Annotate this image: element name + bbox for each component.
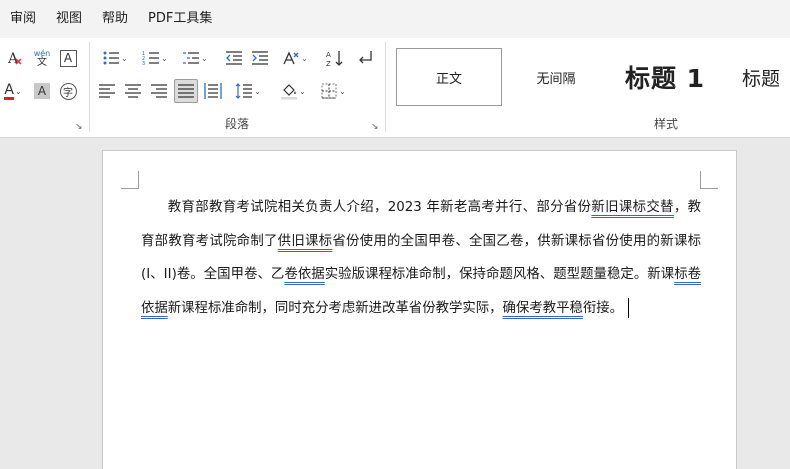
menu-view[interactable]: 视图 <box>46 0 92 38</box>
align-center-button[interactable] <box>122 80 144 102</box>
menu-bar: 审阅 视图 帮助 PDF工具集 <box>0 0 790 38</box>
text-segment: 实验版课程标准命制，保持命题风格、题型题量稳定。新课 <box>324 267 675 282</box>
char-shading-icon: A <box>34 83 50 99</box>
font-group: A wén 文 A A ⌄ A 字 ↘ <box>0 38 88 138</box>
phonetic-guide-button[interactable]: wén 文 <box>31 47 53 69</box>
menu-pdf-tools[interactable]: PDF工具集 <box>138 0 222 38</box>
margin-mark-top-right <box>700 171 718 189</box>
grammar-flagged-text[interactable]: 供旧课标 <box>278 234 333 249</box>
align-left-icon <box>99 84 115 98</box>
bullets-button[interactable]: ⌄ <box>98 47 132 69</box>
align-center-icon <box>125 84 141 98</box>
line-spacing-button[interactable]: ⌄ <box>231 80 265 102</box>
font-color-button[interactable]: A ⌄ <box>0 80 26 102</box>
show-marks-button[interactable] <box>354 47 376 69</box>
svg-text:A: A <box>326 51 331 59</box>
bullet-list-icon <box>103 51 120 65</box>
align-justify-icon <box>178 84 194 98</box>
shading-button[interactable]: ⌄ <box>276 80 310 102</box>
ribbon: A wén 文 A A ⌄ A 字 ↘ ⌄ 123 ⌄ ⌄ ⌄ A Z ⌄ ⌄ … <box>0 38 790 138</box>
increase-indent-button[interactable] <box>249 47 271 69</box>
decrease-indent-icon <box>226 51 242 65</box>
align-right-icon <box>151 84 167 98</box>
paint-bucket-icon <box>281 84 298 100</box>
paragraph-dialog-launcher-icon[interactable]: ↘ <box>371 123 380 132</box>
document-canvas: 教育部教育考试院相关负责人介绍，2023 年新老高考并行、部分省份新旧课标交替，… <box>0 139 790 469</box>
multilevel-list-icon <box>183 52 200 64</box>
sort-az-icon: AZ <box>326 51 343 67</box>
style-heading[interactable]: 标题 <box>724 48 790 106</box>
distribute-button[interactable] <box>202 80 224 102</box>
grammar-flagged-text[interactable]: 确保考教平稳 <box>503 301 583 316</box>
enclose-char-button[interactable]: 字 <box>57 80 79 102</box>
grammar-flagged-text[interactable]: 卷依据 <box>284 267 324 282</box>
numbering-button[interactable]: 123 ⌄ <box>138 47 172 69</box>
chevron-down-icon: ⌄ <box>254 86 261 96</box>
borders-icon <box>321 83 337 99</box>
sort-button[interactable]: AZ <box>324 47 346 69</box>
style-no-spacing[interactable]: 无间隔 <box>506 48 606 106</box>
text-segment: 衔接。 <box>582 300 624 316</box>
svg-text:A: A <box>7 51 19 67</box>
char-shading-button[interactable]: A <box>31 80 53 102</box>
chevron-down-icon: ⌄ <box>301 53 308 63</box>
clear-format-button[interactable]: A <box>4 47 26 69</box>
chevron-down-icon: ⌄ <box>339 86 346 96</box>
chevron-down-icon: ⌄ <box>121 53 128 63</box>
clear-format-icon: A <box>7 51 22 67</box>
font-color-icon: A <box>4 81 14 100</box>
decrease-indent-button[interactable] <box>223 47 245 69</box>
chevron-down-icon: ⌄ <box>161 53 168 63</box>
justify-button[interactable] <box>174 79 198 103</box>
svg-text:Z: Z <box>326 60 331 67</box>
distribute-icon <box>204 83 222 99</box>
font-dialog-launcher-icon[interactable]: ↘ <box>75 123 84 132</box>
char-border-icon: A <box>59 49 77 67</box>
chevron-down-icon: ⌄ <box>14 86 22 96</box>
align-right-button[interactable] <box>148 80 170 102</box>
text-segment: 教育部教育考试院相关负责人介绍，2023 年新老高考并行、部分省份 <box>167 200 592 215</box>
menu-help[interactable]: 帮助 <box>92 0 138 38</box>
paragraph-mark-icon <box>359 51 372 64</box>
text-cursor <box>628 297 630 318</box>
paragraph-group: ⌄ 123 ⌄ ⌄ ⌄ AZ ⌄ ⌄ ⌄ 段落 ↘ <box>90 38 384 138</box>
svg-text:3: 3 <box>142 61 145 67</box>
chevron-down-icon: ⌄ <box>201 53 208 63</box>
grammar-flagged-text[interactable]: 新旧课标交替 <box>591 200 673 215</box>
menu-review[interactable]: 审阅 <box>0 0 46 38</box>
styles-group-label: 样式 <box>653 117 678 131</box>
chinese-layout-icon <box>283 51 299 65</box>
multilevel-list-button[interactable]: ⌄ <box>178 47 212 69</box>
char-border-button[interactable]: A <box>57 47 79 69</box>
text-segment: 新课程标准命制，同时充分考虑新进改革省份教学实际， <box>167 300 503 316</box>
style-normal[interactable]: 正文 <box>396 48 502 106</box>
margin-mark-top-left <box>121 171 139 189</box>
line-spacing-icon <box>235 83 253 99</box>
borders-button[interactable]: ⌄ <box>316 80 350 102</box>
style-heading-1[interactable]: 标题 1 <box>610 48 720 106</box>
numbered-list-icon: 123 <box>142 51 160 67</box>
document-page[interactable]: 教育部教育考试院相关负责人介绍，2023 年新老高考并行、部分省份新旧课标交替，… <box>102 150 737 469</box>
chinese-layout-button[interactable]: ⌄ <box>278 47 312 69</box>
enclose-char-icon: 字 <box>59 82 77 100</box>
align-left-button[interactable] <box>96 80 118 102</box>
pinyin-icon-bottom: 文 <box>37 57 47 68</box>
paragraph-group-label: 段落 <box>224 117 249 131</box>
increase-indent-icon <box>252 51 268 65</box>
body-paragraph[interactable]: 教育部教育考试院相关负责人介绍，2023 年新老高考并行、部分省份新旧课标交替，… <box>141 191 701 325</box>
chevron-down-icon: ⌄ <box>299 86 306 96</box>
